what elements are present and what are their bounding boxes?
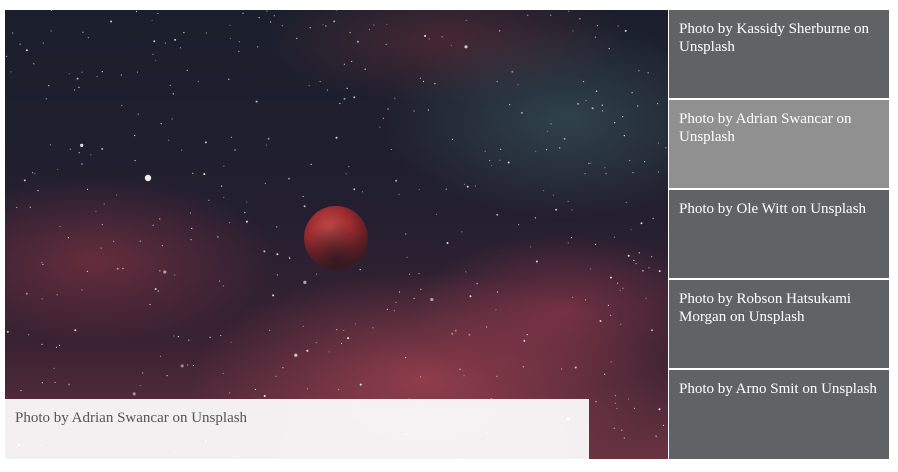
bright-star <box>144 174 152 182</box>
main-caption: Photo by Adrian Swancar on Unsplash <box>5 399 589 459</box>
thumbnail-caption: Photo by Adrian Swancar on Unsplash <box>679 111 852 145</box>
thumbnail-item[interactable]: Photo by Robson Hatsukami Morgan on Unsp… <box>669 280 889 368</box>
thumbnail-caption: Photo by Robson Hatsukami Morgan on Unsp… <box>679 291 852 325</box>
thumbnail-caption: Photo by Arno Smit on Unsplash <box>679 381 877 397</box>
thumbnail-caption: Photo by Kassidy Sherburne on Unsplash <box>679 21 869 55</box>
image-slider: Photo by Adrian Swancar on Unsplash Phot… <box>5 10 889 459</box>
thumbnail-list: Photo by Kassidy Sherburne on Unsplash P… <box>669 10 889 459</box>
thumbnail-item[interactable]: Photo by Kassidy Sherburne on Unsplash <box>669 10 889 98</box>
night-sky-photo <box>6 10 667 459</box>
thumbnail-item[interactable]: Photo by Arno Smit on Unsplash <box>669 370 889 459</box>
main-image[interactable]: Photo by Adrian Swancar on Unsplash <box>5 10 668 459</box>
thumbnail-item-active[interactable]: Photo by Adrian Swancar on Unsplash <box>669 100 889 188</box>
thumbnail-caption: Photo by Ole Witt on Unsplash <box>679 201 867 217</box>
thumbnail-item[interactable]: Photo by Ole Witt on Unsplash <box>669 190 889 278</box>
